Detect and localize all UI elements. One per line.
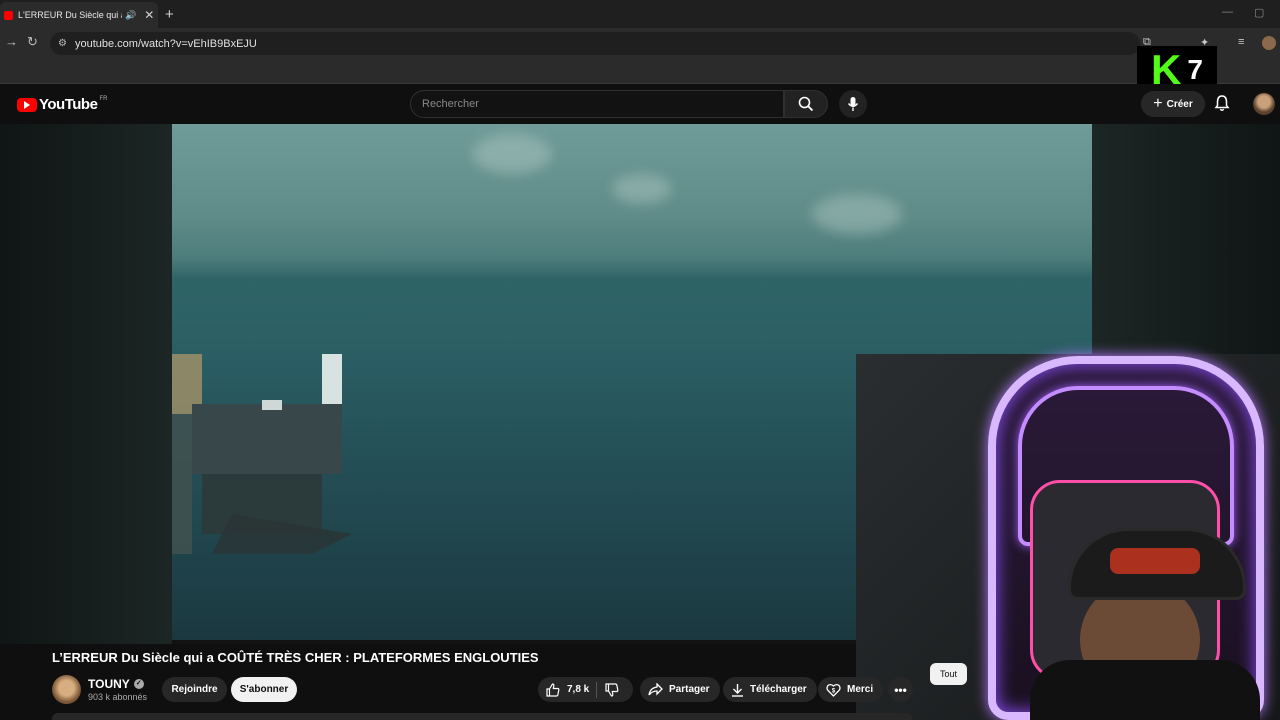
download-label: Télécharger	[750, 684, 807, 695]
like-dislike-group: 7,8 k	[538, 677, 633, 702]
video-title: L’ERREUR Du Siècle qui a COÛTÉ TRÈS CHER…	[52, 650, 539, 665]
new-tab-button[interactable]: +	[165, 6, 174, 23]
share-icon	[648, 683, 663, 696]
verified-badge-icon: ✓	[133, 679, 144, 689]
youtube-logo[interactable]: YouTube FR	[17, 96, 107, 113]
reload-icon[interactable]: ↻	[27, 34, 38, 50]
thumbs-down-icon	[605, 682, 619, 697]
hat-pattern	[1110, 548, 1200, 574]
tab-title: L'ERREUR Du Siècle qui a CO	[18, 10, 122, 20]
youtube-wordmark: YouTube	[39, 96, 98, 113]
search-input[interactable]: Rechercher	[410, 90, 784, 118]
cloud	[612, 174, 672, 204]
create-label: Créer	[1166, 98, 1193, 110]
create-button[interactable]: + Créer	[1141, 91, 1205, 117]
microphone-icon	[847, 97, 859, 111]
like-count: 7,8 k	[567, 684, 590, 695]
browser-tab-strip: L'ERREUR Du Siècle qui a CO 🔊 ✕ + — ▢	[0, 0, 1280, 28]
plus-icon: +	[1153, 95, 1163, 112]
download-button[interactable]: Télécharger	[723, 677, 817, 702]
search-placeholder: Rechercher	[422, 98, 479, 110]
thumbs-up-icon	[546, 682, 560, 697]
channel-name: TOUNY	[88, 677, 130, 691]
speaker-icon[interactable]: 🔊	[125, 10, 136, 21]
country-code: FR	[99, 96, 108, 102]
url-text: youtube.com/watch?v=vEhIB9BxEJU	[74, 37, 257, 50]
reading-list-icon[interactable]: ≡	[1238, 36, 1244, 48]
dislike-button[interactable]	[597, 682, 619, 697]
channel-avatar[interactable]	[52, 675, 81, 704]
browser-profile-avatar[interactable]	[1262, 36, 1276, 50]
share-button[interactable]: Partager	[640, 677, 720, 702]
voice-search-button[interactable]	[839, 90, 867, 118]
cloud	[812, 194, 902, 234]
download-icon	[732, 683, 743, 697]
cloud	[472, 134, 552, 174]
subscriber-count: 903 k abonnés	[88, 692, 148, 702]
forward-arrow-icon[interactable]: →	[5, 34, 18, 49]
thanks-button[interactable]: $ Merci	[818, 677, 884, 702]
join-button[interactable]: Rejoindre	[162, 677, 227, 702]
like-button[interactable]: 7,8 k	[538, 682, 596, 697]
address-bar[interactable]: ⚙ youtube.com/watch?v=vEhIB9BxEJU	[50, 32, 1140, 55]
youtube-favicon-icon	[4, 10, 13, 20]
site-info-icon[interactable]: ⚙	[58, 38, 67, 49]
thanks-heart-dollar-icon: $	[826, 683, 841, 697]
bookmarks-bar	[0, 58, 1280, 84]
browser-tab-active[interactable]: L'ERREUR Du Siècle qui a CO 🔊 ✕	[0, 2, 158, 28]
oil-platform-illustration	[172, 354, 352, 554]
thanks-label: Merci	[847, 684, 874, 695]
notifications-button[interactable]	[1214, 94, 1230, 117]
streamer-body	[1030, 660, 1260, 720]
share-label: Partager	[669, 684, 710, 695]
ambient-left	[0, 124, 172, 644]
description-box-top[interactable]	[52, 713, 912, 720]
minimize-icon[interactable]: —	[1222, 6, 1233, 18]
search-icon	[798, 96, 814, 112]
overlay-number: 7	[1187, 54, 1203, 85]
chip-all[interactable]: Tout	[930, 663, 967, 685]
close-tab-icon[interactable]: ✕	[144, 8, 154, 22]
channel-name-link[interactable]: TOUNY ✓	[88, 677, 144, 691]
subscribe-button[interactable]: S'abonner	[231, 677, 297, 702]
search-button[interactable]	[784, 90, 828, 118]
maximize-icon[interactable]: ▢	[1254, 6, 1264, 19]
bell-icon	[1214, 95, 1230, 111]
account-avatar[interactable]	[1253, 93, 1275, 115]
youtube-play-icon	[17, 97, 37, 112]
more-actions-button[interactable]: •••	[888, 677, 913, 702]
